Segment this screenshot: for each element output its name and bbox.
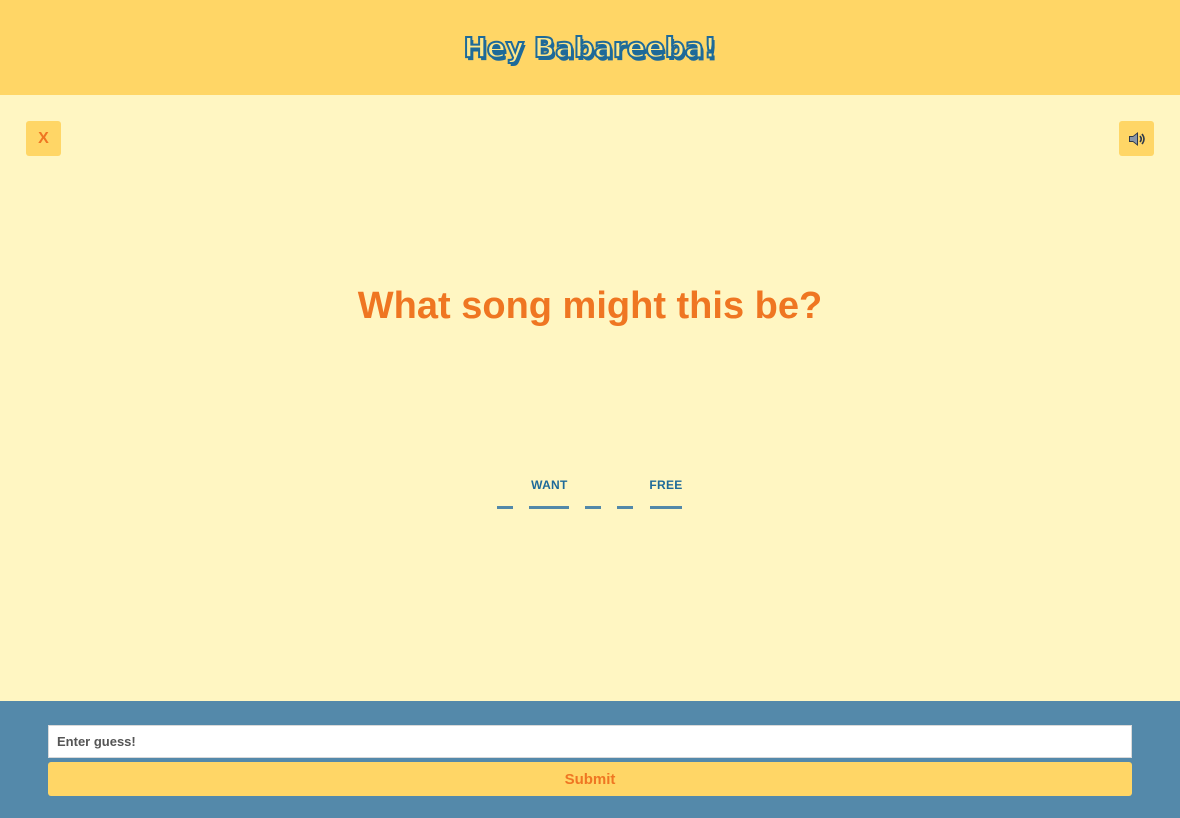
word-slot: FREE bbox=[649, 476, 682, 509]
word-slot-underline bbox=[585, 506, 602, 509]
close-label: X bbox=[38, 129, 49, 147]
guess-input[interactable] bbox=[48, 725, 1132, 758]
question-heading: What song might this be? bbox=[357, 285, 823, 327]
submit-button[interactable]: Submit bbox=[48, 762, 1132, 796]
word-slot bbox=[617, 476, 634, 509]
header-bar: Hey Babareeba! bbox=[0, 0, 1180, 95]
word-slot bbox=[585, 476, 602, 509]
word-slot-underline bbox=[617, 506, 634, 509]
sound-button[interactable] bbox=[1119, 121, 1154, 156]
word-slot-underline bbox=[497, 506, 514, 509]
guess-footer: Submit bbox=[0, 701, 1180, 818]
app-logo: Hey Babareeba! bbox=[462, 30, 717, 65]
word-slot: WANT bbox=[529, 476, 570, 509]
word-slot bbox=[497, 476, 514, 509]
word-slot-underline bbox=[650, 506, 682, 509]
word-slot-text: WANT bbox=[531, 478, 568, 492]
word-slot-text: FREE bbox=[649, 478, 683, 492]
lyric-blanks: WANT FREE bbox=[0, 476, 1180, 509]
speaker-icon bbox=[1128, 131, 1145, 146]
close-button[interactable]: X bbox=[26, 121, 61, 156]
word-slot-underline bbox=[529, 506, 570, 509]
